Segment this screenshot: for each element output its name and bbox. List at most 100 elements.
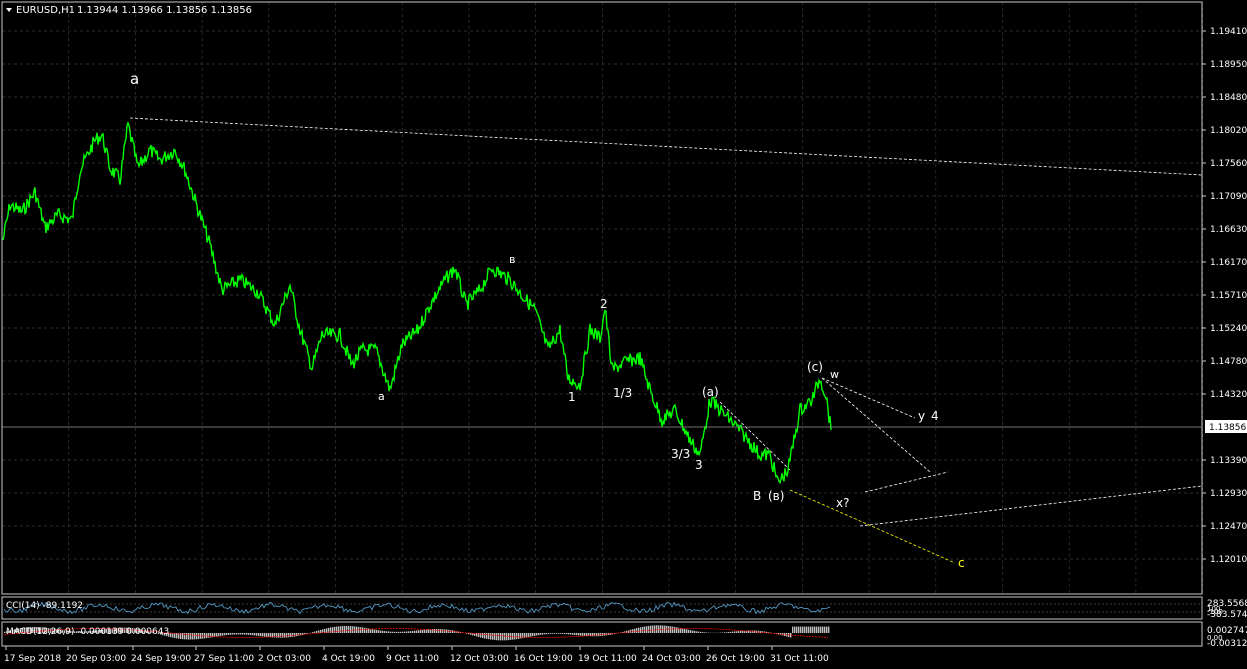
macd-bar <box>288 633 290 638</box>
macd-bar <box>194 633 196 640</box>
macd-bar <box>296 633 298 637</box>
macd-bar <box>218 633 220 637</box>
macd-bar <box>640 627 642 633</box>
wave-label: (a) <box>702 385 719 399</box>
macd-bar <box>648 625 650 633</box>
macd-bar <box>562 633 564 634</box>
macd-bar <box>560 633 562 634</box>
macd-bar <box>684 628 686 633</box>
macd-bar <box>412 630 414 633</box>
macd-bar <box>632 629 634 633</box>
macd-bar <box>528 633 530 637</box>
macd-bar <box>504 633 506 641</box>
macd-bar <box>536 633 538 636</box>
macd-bar <box>814 626 816 633</box>
macd-bar <box>216 633 218 637</box>
macd-bar <box>816 626 818 633</box>
macd-bar <box>294 633 296 637</box>
macd-bar <box>260 633 262 637</box>
macd-bar <box>286 633 288 638</box>
macd-bar <box>798 626 800 633</box>
price-tick-label: 1.18950 <box>1210 60 1247 70</box>
macd-bar <box>500 633 502 641</box>
macd-bar <box>170 633 172 638</box>
macd-bar <box>628 630 630 633</box>
chart-window[interactable]: a в a 1 2 1/3 (a) 3/3 3 B (в) (c) w y 4 x? c EURUSD,H1 1… <box>0 0 1247 669</box>
macd-bar <box>806 626 808 633</box>
macd-bar <box>742 630 744 633</box>
time-tick-label: 24 Oct 03:00 <box>642 654 701 664</box>
price-tick-label: 1.12010 <box>1210 555 1247 565</box>
macd-bar <box>646 626 648 633</box>
macd-bar <box>530 633 532 637</box>
macd-bar <box>792 626 794 633</box>
cci-pane-frame <box>1 596 1203 620</box>
macd-bar <box>704 632 706 633</box>
macd-bar <box>518 633 520 639</box>
macd-bar <box>532 633 534 637</box>
wave-label: x? <box>836 496 849 510</box>
macd-bar <box>656 625 658 633</box>
macd-bar <box>696 631 698 633</box>
macd-bar <box>534 633 536 636</box>
macd-bar <box>526 633 528 638</box>
macd-bar <box>442 629 444 633</box>
macd-bar <box>800 626 802 633</box>
macd-bar <box>254 633 256 636</box>
macd-bar <box>822 626 824 633</box>
price-tick-label: 1.18480 <box>1210 93 1247 103</box>
macd-bar <box>402 631 404 633</box>
macd-bar <box>226 633 228 636</box>
macd-bar <box>594 633 596 637</box>
price-tick-label: 1.17090 <box>1210 192 1247 202</box>
macd-bar <box>634 628 636 633</box>
macd-bar <box>436 628 438 633</box>
macd-bar <box>350 626 352 633</box>
price-tick-label: 1.15710 <box>1210 291 1247 301</box>
macd-bar <box>548 633 550 635</box>
macd-bar <box>378 630 380 633</box>
macd-bar <box>220 633 222 636</box>
macd-bar <box>668 626 670 633</box>
macd-bar <box>380 630 382 633</box>
macd-bar <box>514 633 516 640</box>
price-tick-label: 1.17560 <box>1210 159 1247 169</box>
macd-bar <box>408 631 410 633</box>
macd-bar <box>580 633 582 636</box>
macd-bar <box>406 631 408 633</box>
time-tick-label: 4 Oct 19:00 <box>322 654 375 664</box>
macd-bar <box>686 629 688 633</box>
macd-bar <box>584 633 586 636</box>
macd-bar <box>388 631 390 633</box>
macd-bar <box>728 631 730 633</box>
macd-bar <box>392 631 394 633</box>
macd-pane[interactable]: MACD(12,26,9) -0.000139 0.000643 0.00274… <box>1 621 1247 649</box>
cci-pane[interactable]: CCI(14) -89.1192 283.5568 100 -100 -383.… <box>1 596 1247 620</box>
macd-bar <box>568 633 570 635</box>
macd-bar <box>192 633 194 640</box>
macd-bar <box>516 633 518 640</box>
macd-bar <box>558 633 560 634</box>
macd-bar <box>420 630 422 633</box>
current-price-tag: 1.13856 <box>1209 423 1246 433</box>
macd-bar <box>438 629 440 633</box>
macd-bar <box>638 627 640 633</box>
macd-bar <box>258 633 260 636</box>
macd-bar <box>748 630 750 633</box>
macd-bar <box>736 631 738 633</box>
macd-bar <box>262 633 264 637</box>
macd-bar <box>416 630 418 633</box>
macd-bar <box>652 625 654 633</box>
macd-bar <box>250 633 252 636</box>
macd-bar <box>578 633 580 636</box>
macd-bar <box>690 630 692 633</box>
time-tick-label: 9 Oct 11:00 <box>386 654 439 664</box>
macd-bar <box>234 633 236 635</box>
macd-bar <box>546 633 548 635</box>
macd-bar <box>334 626 336 633</box>
macd-bar <box>796 626 798 633</box>
macd-bar <box>240 633 242 635</box>
macd-bar <box>424 629 426 633</box>
macd-bar <box>732 631 734 633</box>
macd-bar <box>364 627 366 633</box>
